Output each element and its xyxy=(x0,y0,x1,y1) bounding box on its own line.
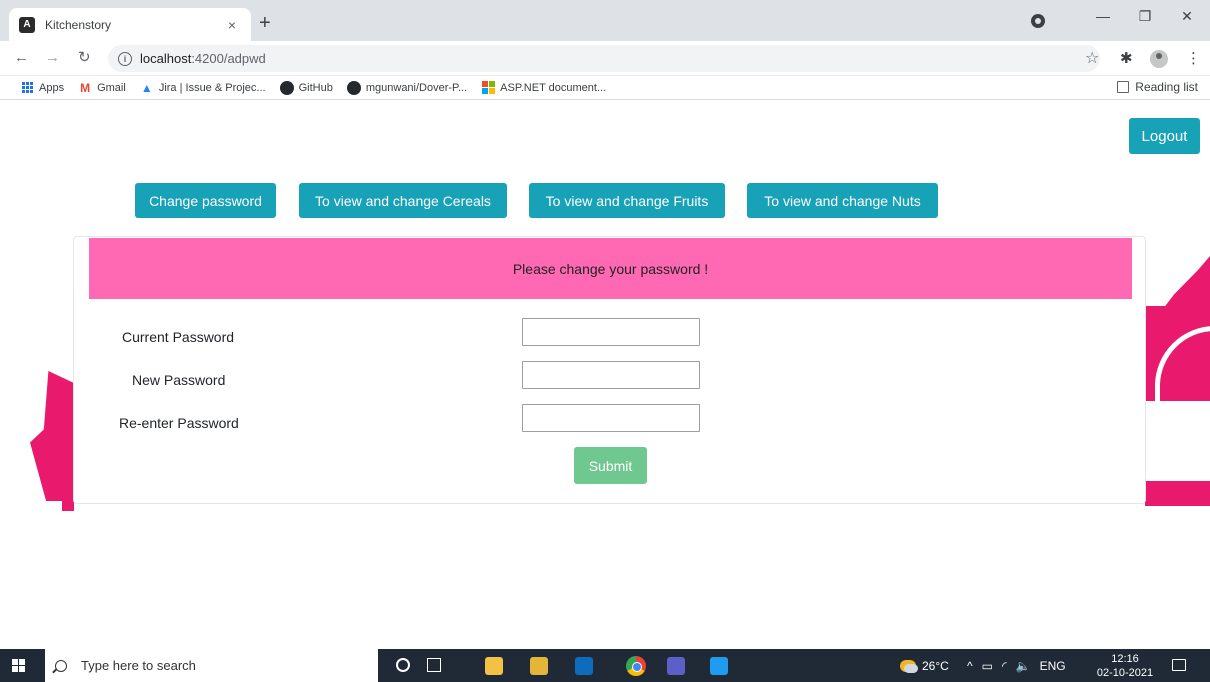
cortana-icon[interactable] xyxy=(396,658,410,672)
page-content: Logout Change password To view and chang… xyxy=(0,101,1210,649)
angular-favicon-icon: A xyxy=(19,16,35,33)
bookmark-label: mgunwani/Dover-P... xyxy=(365,81,468,94)
bookmark-label: Apps xyxy=(39,81,65,94)
bookmark-label: ASP.NET document... xyxy=(500,81,607,94)
decorative-arc xyxy=(1155,326,1210,416)
current-password-input[interactable] xyxy=(522,318,700,346)
apps-grid-icon xyxy=(20,81,34,95)
change-password-button[interactable]: Change password xyxy=(135,183,276,218)
submit-button[interactable]: Submit xyxy=(574,447,647,484)
file-explorer-icon[interactable] xyxy=(485,657,503,675)
outlook-icon[interactable] xyxy=(575,657,593,675)
battery-icon[interactable]: ▭ xyxy=(982,659,993,673)
change-password-card: Please change your password ! Current Pa… xyxy=(73,236,1146,504)
system-clock[interactable]: 12:16 02-10-2021 xyxy=(1093,652,1157,680)
url-host: localhost xyxy=(140,51,192,66)
reenter-password-input[interactable] xyxy=(522,404,700,432)
bookmark-label: Jira | Issue & Projec... xyxy=(158,81,266,94)
browser-tab-kitchenstory[interactable]: A Kitchenstory × xyxy=(9,8,251,41)
reading-list-button[interactable]: Reading list xyxy=(1117,80,1198,94)
vscode-icon[interactable] xyxy=(710,657,728,675)
back-icon[interactable]: ← xyxy=(14,50,29,66)
github-icon xyxy=(346,80,361,95)
wifi-icon[interactable]: ◜ xyxy=(1002,659,1007,673)
windows-start-icon[interactable] xyxy=(12,659,25,672)
language-indicator[interactable]: ENG xyxy=(1040,659,1066,673)
windows-taskbar: Type here to search 26°C ^ ▭ ◜ 🔈 ENG 12:… xyxy=(0,649,1210,682)
weather-cloud-icon xyxy=(900,659,918,673)
tab-title: Kitchenstory xyxy=(45,17,112,32)
address-bar[interactable]: i localhost:4200/adpwd xyxy=(108,45,1100,72)
url-text: localhost:4200/adpwd xyxy=(140,51,266,66)
taskbar-search-placeholder: Type here to search xyxy=(81,658,196,673)
gmail-icon: M xyxy=(80,80,91,95)
extensions-puzzle-icon[interactable]: ✱ xyxy=(1120,49,1133,67)
reenter-password-label: Re-enter Password xyxy=(119,415,239,431)
clock-date: 02-10-2021 xyxy=(1096,667,1154,679)
bookmark-aspnet[interactable]: ASP.NET document... xyxy=(481,81,606,95)
bookmark-dover[interactable]: mgunwani/Dover-P... xyxy=(346,80,468,95)
reload-icon[interactable]: ↻ xyxy=(78,50,91,66)
bookmark-jira[interactable]: ▲ Jira | Issue & Projec... xyxy=(140,81,266,95)
close-window-icon[interactable]: ✕ xyxy=(1172,0,1202,32)
task-view-icon[interactable] xyxy=(427,658,441,672)
bookmark-github[interactable]: GitHub xyxy=(279,80,333,95)
decorative-brush-left xyxy=(30,371,76,501)
new-password-input[interactable] xyxy=(522,361,700,389)
current-password-label: Current Password xyxy=(122,329,235,345)
fruits-button[interactable]: To view and change Fruits xyxy=(529,183,725,218)
bookmark-star-icon[interactable]: ☆ xyxy=(1085,48,1099,68)
nuts-button[interactable]: To view and change Nuts xyxy=(747,183,938,218)
microsoft-icon xyxy=(481,81,495,95)
weather-widget[interactable]: 26°C xyxy=(900,649,949,682)
bookmark-apps[interactable]: Apps xyxy=(20,81,64,95)
cereals-button[interactable]: To view and change Cereals xyxy=(299,183,507,218)
browser-profile-icon[interactable] xyxy=(1031,14,1045,28)
kebab-menu-icon[interactable]: ⋮ xyxy=(1186,49,1201,67)
bookmark-gmail[interactable]: M Gmail xyxy=(78,81,126,95)
card-header: Please change your password ! xyxy=(89,238,1132,299)
reading-list-label: Reading list xyxy=(1135,80,1198,94)
new-tab-icon[interactable]: + xyxy=(259,13,271,33)
notifications-icon[interactable] xyxy=(1172,659,1186,671)
bookmark-label: GitHub xyxy=(298,81,333,94)
taskbar-search-box[interactable]: Type here to search xyxy=(45,649,378,682)
logout-button[interactable]: Logout xyxy=(1129,118,1200,154)
search-icon xyxy=(55,659,67,672)
clock-time: 12:16 xyxy=(1111,653,1139,665)
chevron-up-icon[interactable]: ^ xyxy=(967,659,973,673)
system-tray: ^ ▭ ◜ 🔈 ENG xyxy=(967,649,1066,682)
profile-avatar-icon[interactable] xyxy=(1150,50,1168,68)
site-info-icon[interactable]: i xyxy=(118,51,132,66)
bookmarks-bar: Apps M Gmail ▲ Jira | Issue & Projec... … xyxy=(0,76,1210,100)
github-icon xyxy=(279,80,294,95)
store-icon[interactable] xyxy=(530,657,548,675)
bookmark-label: Gmail xyxy=(97,81,126,94)
weather-temperature: 26°C xyxy=(922,658,949,673)
reading-list-icon xyxy=(1117,81,1130,93)
minimize-icon[interactable]: — xyxy=(1088,0,1118,32)
browser-tabstrip: A Kitchenstory × + — ❐ ✕ xyxy=(0,0,1210,41)
new-password-label: New Password xyxy=(132,372,226,388)
speaker-icon[interactable]: 🔈 xyxy=(1016,659,1031,673)
jira-icon: ▲ xyxy=(140,80,153,95)
decorative-brush-right xyxy=(1145,306,1210,506)
url-path: :4200/adpwd xyxy=(191,51,266,66)
forward-icon[interactable]: → xyxy=(45,50,60,66)
restore-icon[interactable]: ❐ xyxy=(1130,0,1160,32)
chrome-icon[interactable] xyxy=(626,656,646,676)
teams-icon[interactable] xyxy=(667,657,685,675)
tab-close-icon[interactable]: × xyxy=(223,17,241,33)
browser-toolbar: ← → ↻ i localhost:4200/adpwd ☆ ✱ ⋮ xyxy=(0,41,1210,76)
